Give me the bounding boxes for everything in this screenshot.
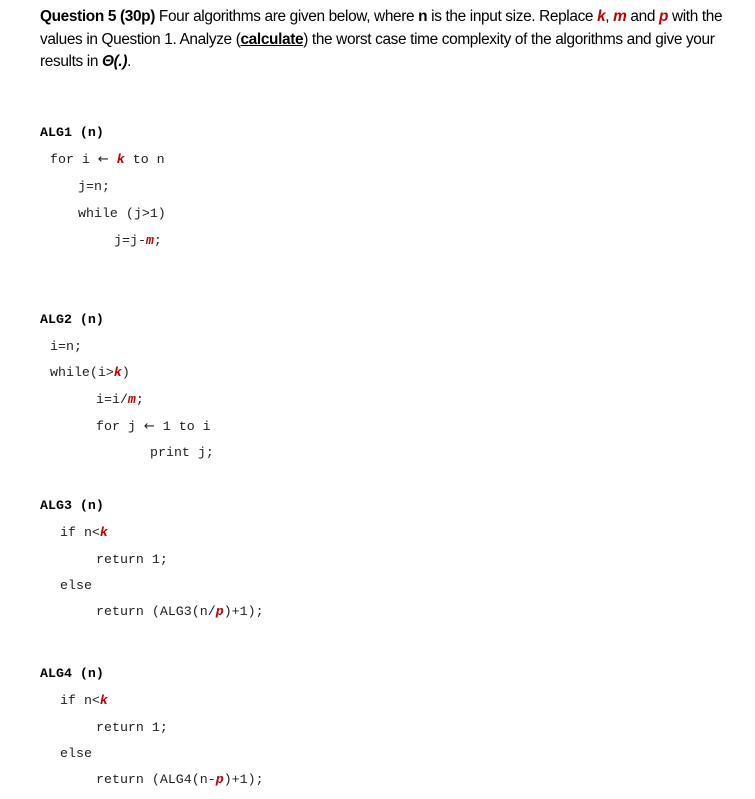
alg3-line-2: return 1; <box>96 552 168 567</box>
calculate-keyword: calculate <box>240 30 304 48</box>
left-arrow-icon: ← <box>143 419 155 434</box>
alg4-line-2: return 1; <box>96 720 168 735</box>
alg1-line-4: j=j-m; <box>114 233 162 248</box>
code-text: ; <box>153 233 162 248</box>
alg4-line-1: if n<k <box>60 693 108 708</box>
alg4-line-3: else <box>60 746 92 761</box>
alg2-line-1: i=n; <box>50 339 82 354</box>
var-m: m <box>613 8 627 25</box>
alg1-line-1: for i ← k to n <box>50 152 165 167</box>
alg3-line-3: else <box>60 578 92 593</box>
code-text: i=i/ <box>96 392 128 407</box>
theta-notation: Θ(.) <box>102 53 128 70</box>
prompt-text: Four algorithms are given below, where <box>154 8 419 25</box>
var-p: p <box>658 8 669 25</box>
prompt-text: , <box>605 8 614 25</box>
prompt-text: is the input size. Replace <box>427 8 598 25</box>
alg1-line-2: j=n; <box>78 179 110 194</box>
code-text: j=j- <box>114 233 146 248</box>
alg3-line-4: return (ALG3(n/p)+1); <box>96 604 264 619</box>
left-arrow-icon: ← <box>97 152 109 167</box>
code-text: )+1); <box>223 604 264 619</box>
alg3-title: ALG3 (n) <box>40 498 104 513</box>
code-text: if n< <box>60 693 100 708</box>
alg2-line-5: print j; <box>150 445 214 460</box>
code-text: )+1); <box>223 772 264 787</box>
prompt-text: and <box>626 8 659 25</box>
code-text: for i <box>50 152 98 167</box>
alg1-title: ALG1 (n) <box>40 125 104 140</box>
var-m: m <box>145 233 154 248</box>
alg2-line-2: while(i>k) <box>50 365 130 380</box>
var-k: k <box>99 693 108 708</box>
code-text: to n <box>124 152 165 167</box>
code-text: ; <box>135 392 144 407</box>
code-text: if n< <box>60 525 100 540</box>
var-m: m <box>127 392 136 407</box>
question-prompt: Question 5 (30p) Four algorithms are giv… <box>40 6 752 74</box>
var-k: k <box>116 152 125 167</box>
var-n: n <box>418 8 428 25</box>
alg2-title: ALG2 (n) <box>40 312 104 327</box>
var-k: k <box>99 525 108 540</box>
code-text: while(i> <box>50 365 114 380</box>
question-heading: Question 5 (30p) <box>40 8 155 25</box>
var-k: k <box>113 365 122 380</box>
var-p: p <box>215 604 224 619</box>
var-p: p <box>215 772 224 787</box>
alg1-line-3: while (j>1) <box>78 206 166 221</box>
prompt-text: . <box>127 53 132 70</box>
code-text: for j <box>96 419 144 434</box>
alg3-line-1: if n<k <box>60 525 108 540</box>
alg2-line-3: i=i/m; <box>96 392 144 407</box>
code-text: ) <box>121 365 130 380</box>
code-text: return (ALG3(n/ <box>96 604 216 619</box>
alg2-line-4: for j ← 1 to i <box>96 419 211 434</box>
code-text: 1 to i <box>154 419 211 434</box>
code-text: return (ALG4(n- <box>96 772 216 787</box>
alg4-line-4: return (ALG4(n-p)+1); <box>96 772 264 787</box>
alg4-title: ALG4 (n) <box>40 666 104 681</box>
